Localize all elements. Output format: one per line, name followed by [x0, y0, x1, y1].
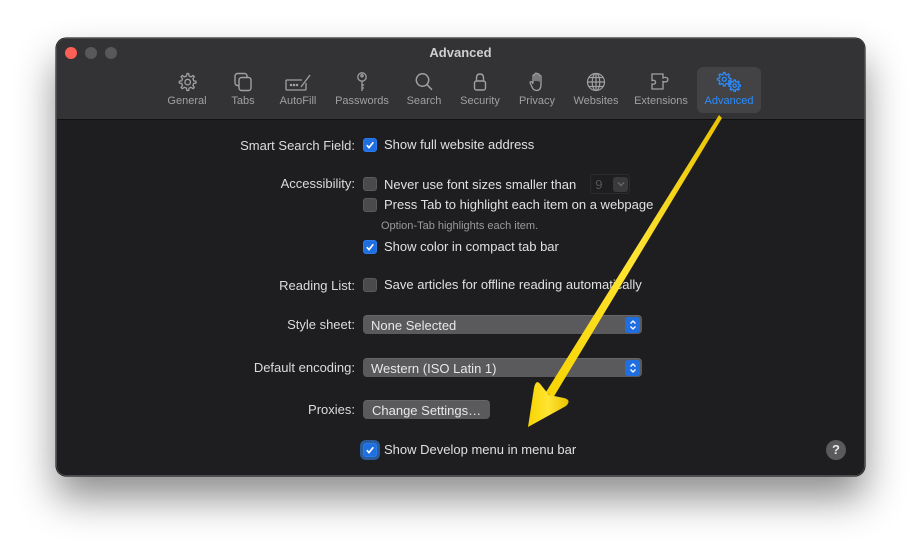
tab-security-label: Security [460, 95, 500, 107]
advanced-settings-pane: Smart Search Field: Show full website ad… [57, 120, 864, 475]
tab-privacy[interactable]: Privacy [513, 67, 561, 113]
tab-extensions-label: Extensions [634, 95, 688, 107]
checkbox-checked[interactable] [363, 137, 377, 152]
checkbox-unchecked[interactable] [363, 277, 377, 292]
show-full-address-text: Show full website address [384, 137, 535, 152]
compact-tab-color-text: Show color in compact tab bar [384, 239, 559, 254]
hand-icon [529, 72, 542, 92]
tab-search[interactable]: Search [401, 67, 447, 113]
tab-passwords-label: Passwords [335, 95, 389, 107]
show-full-address-checkbox[interactable]: Show full website address [363, 137, 534, 152]
key-icon [357, 72, 367, 91]
tabs-icon [234, 72, 252, 92]
chevron-down-icon [613, 176, 629, 192]
checkmark-icon [366, 141, 374, 149]
min-font-size-select[interactable]: 9 [590, 174, 631, 194]
press-tab-text: Press Tab to highlight each item on a we… [384, 197, 654, 212]
offline-reading-text: Save articles for offline reading automa… [384, 277, 642, 292]
proxies-label: Proxies: [308, 402, 355, 417]
tab-privacy-label: Privacy [518, 95, 556, 107]
min-font-size-checkbox[interactable]: Never use font sizes smaller than 9 [363, 174, 631, 194]
globe-icon [586, 72, 606, 92]
tab-security[interactable]: Security [455, 67, 505, 113]
autofill-icon [285, 74, 311, 91]
change-settings-button[interactable]: Change Settings… [363, 400, 491, 419]
tab-general-label: General [167, 95, 207, 107]
magnifier-icon [415, 73, 433, 91]
min-font-size-text: Never use font sizes smaller than [384, 176, 577, 192]
show-develop-menu-text: Show Develop menu in menu bar [384, 442, 577, 457]
min-font-size-value: 9 [595, 176, 603, 192]
checkbox-checked[interactable] [363, 442, 377, 457]
tab-websites[interactable]: Websites [569, 67, 623, 113]
smart-search-label: Smart Search Field: [240, 138, 355, 153]
compact-tab-color-checkbox[interactable]: Show color in compact tab bar [363, 239, 559, 254]
tab-tabs[interactable]: Tabs [223, 67, 263, 113]
tab-general[interactable]: General [163, 67, 211, 113]
checkbox-unchecked[interactable] [363, 197, 377, 212]
titlebar: Advanced General Tabs AutoFill Passwords… [57, 39, 864, 120]
help-button[interactable]: ? [826, 440, 846, 460]
tab-tabs-label: Tabs [231, 95, 255, 107]
tab-advanced[interactable]: Advanced [697, 67, 761, 113]
tab-search-label: Search [406, 95, 442, 107]
safari-settings-window: Advanced General Tabs AutoFill Passwords… [56, 38, 865, 476]
tab-extensions[interactable]: Extensions [631, 67, 691, 113]
updown-chevron-icon [625, 360, 640, 376]
tab-passwords[interactable]: Passwords [331, 67, 393, 113]
reading-list-label: Reading List: [279, 278, 355, 293]
default-encoding-select[interactable]: Western (ISO Latin 1) [363, 358, 642, 377]
updown-chevron-icon [625, 317, 640, 333]
option-tab-hint: Option-Tab highlights each item. [381, 220, 539, 232]
accessibility-label: Accessibility: [280, 176, 355, 191]
tab-websites-label: Websites [573, 95, 619, 107]
tab-advanced-label: Advanced [704, 95, 754, 107]
checkbox-unchecked[interactable] [363, 177, 377, 191]
checkmark-icon [366, 446, 374, 454]
style-sheet-value: None Selected [371, 318, 457, 333]
tab-autofill-label: AutoFill [279, 95, 317, 107]
lock-icon [473, 73, 487, 91]
show-develop-menu-checkbox[interactable]: Show Develop menu in menu bar [363, 442, 576, 457]
press-tab-checkbox[interactable]: Press Tab to highlight each item on a we… [363, 197, 653, 212]
default-encoding-label: Default encoding: [253, 360, 355, 375]
preferences-toolbar: General Tabs AutoFill Passwords Search S… [57, 67, 864, 115]
puzzle-icon [651, 73, 669, 90]
tab-autofill[interactable]: AutoFill [275, 67, 321, 113]
checkmark-icon [366, 243, 374, 251]
style-sheet-label: Style sheet: [287, 317, 355, 332]
offline-reading-checkbox[interactable]: Save articles for offline reading automa… [363, 277, 642, 292]
style-sheet-select[interactable]: None Selected [363, 315, 642, 334]
checkbox-checked[interactable] [363, 239, 377, 254]
gear-icon [178, 72, 197, 92]
gears-icon [716, 71, 741, 92]
window-title: Advanced [429, 45, 492, 60]
default-encoding-value: Western (ISO Latin 1) [371, 361, 497, 376]
